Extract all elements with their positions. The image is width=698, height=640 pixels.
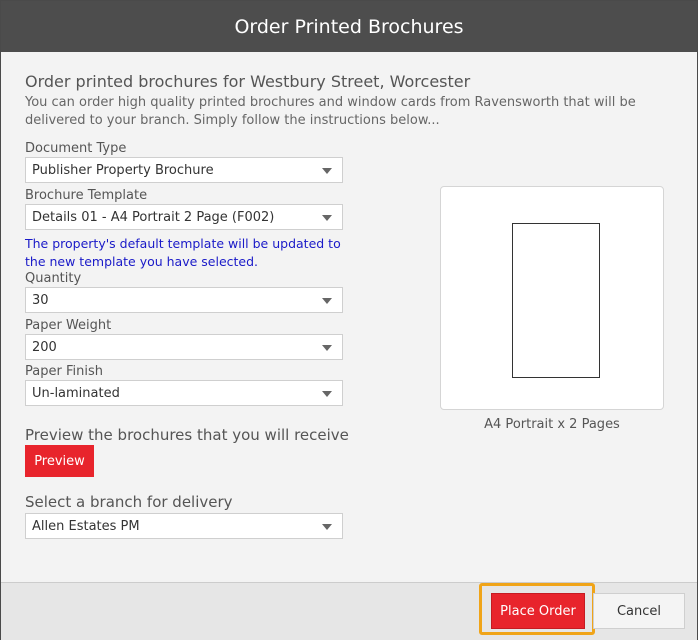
place-order-button[interactable]: Place Order bbox=[491, 593, 585, 629]
cancel-button[interactable]: Cancel bbox=[593, 593, 685, 629]
document-type-label: Document Type bbox=[25, 141, 127, 156]
paper-weight-select[interactable]: 200 bbox=[25, 334, 343, 360]
chevron-down-icon bbox=[322, 345, 332, 351]
order-brochures-dialog: Order Printed Brochures Order printed br… bbox=[0, 0, 698, 640]
paper-weight-value: 200 bbox=[32, 339, 57, 355]
dialog-footer: Place Order Cancel bbox=[1, 582, 697, 640]
page-heading: Order printed brochures for Westbury Str… bbox=[25, 72, 471, 91]
intro-text: You can order high quality printed broch… bbox=[25, 95, 636, 128]
paper-finish-label: Paper Finish bbox=[25, 364, 103, 379]
chevron-down-icon bbox=[322, 524, 332, 530]
paper-finish-value: Un-laminated bbox=[32, 385, 120, 401]
chevron-down-icon bbox=[322, 168, 332, 174]
quantity-select[interactable]: 30 bbox=[25, 287, 343, 313]
chevron-down-icon bbox=[322, 298, 332, 304]
chevron-down-icon bbox=[322, 391, 332, 397]
template-update-note: The property's default template will be … bbox=[25, 236, 341, 269]
dialog-content: Order printed brochures for Westbury Str… bbox=[8, 52, 690, 581]
document-type-value: Publisher Property Brochure bbox=[32, 162, 214, 178]
brochure-template-label: Brochure Template bbox=[25, 188, 148, 203]
preview-button[interactable]: Preview bbox=[25, 445, 94, 477]
document-type-select[interactable]: Publisher Property Brochure bbox=[25, 157, 343, 183]
preview-section-label: Preview the brochures that you will rece… bbox=[25, 426, 349, 444]
dialog-title-bar: Order Printed Brochures bbox=[1, 1, 697, 52]
quantity-label: Quantity bbox=[25, 271, 82, 286]
brochure-page-thumbnail bbox=[512, 223, 600, 378]
delivery-section-label: Select a branch for delivery bbox=[25, 493, 233, 511]
brochure-template-select[interactable]: Details 01 - A4 Portrait 2 Page (F002) bbox=[25, 204, 343, 230]
brochure-template-value: Details 01 - A4 Portrait 2 Page (F002) bbox=[32, 209, 275, 225]
brochure-preview-card bbox=[440, 186, 664, 410]
paper-weight-label: Paper Weight bbox=[25, 318, 112, 333]
delivery-branch-select[interactable]: Allen Estates PM bbox=[25, 513, 343, 539]
chevron-down-icon bbox=[322, 215, 332, 221]
paper-finish-select[interactable]: Un-laminated bbox=[25, 380, 343, 406]
preview-caption: A4 Portrait x 2 Pages bbox=[484, 417, 620, 432]
delivery-branch-value: Allen Estates PM bbox=[32, 518, 140, 534]
dialog-title: Order Printed Brochures bbox=[234, 15, 464, 38]
quantity-value: 30 bbox=[32, 292, 49, 308]
